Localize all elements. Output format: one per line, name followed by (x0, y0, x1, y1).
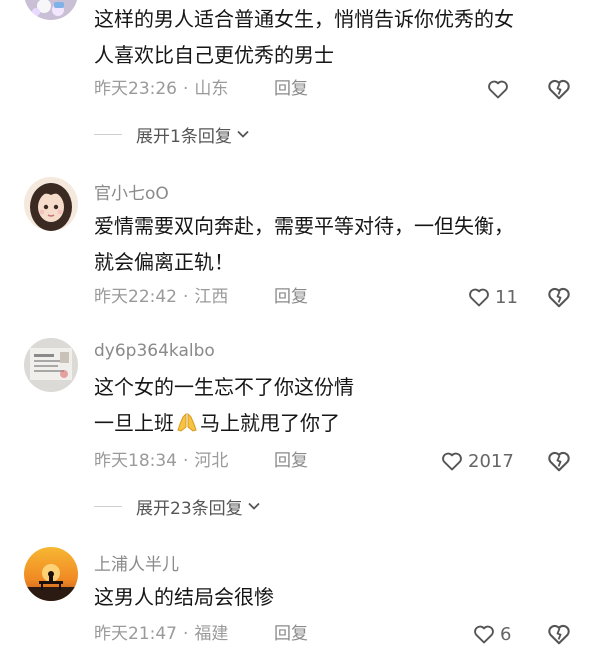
meta-separator: · (183, 624, 189, 644)
like-button[interactable]: 2017 (440, 448, 514, 474)
broken-heart-outline-icon (546, 79, 572, 106)
comment-text-line: 这个女的一生忘不了你这份情 (94, 375, 354, 399)
divider (94, 505, 122, 507)
comment-location: 山东 (194, 79, 229, 99)
comment-text: 这男人的结局会很惨 (94, 579, 274, 615)
comment-time: 昨天21:47 (94, 624, 177, 644)
like-count: 6 (500, 623, 512, 645)
comment-meta: 昨天22:42 · 江西 回复 (94, 284, 308, 310)
like-count: 2017 (468, 450, 514, 472)
avatar[interactable] (24, 547, 78, 601)
avatar[interactable] (24, 0, 78, 20)
meta-separator: · (183, 79, 189, 99)
comment-text-line: 这样的男人适合普通女生，悄悄告诉你优秀的女 (94, 7, 514, 31)
expand-replies-label: 展开23条回复 (136, 498, 243, 519)
dislike-button[interactable] (546, 621, 572, 647)
comment-meta: 昨天21:47 · 福建 回复 (94, 621, 308, 647)
comment-location: 福建 (194, 624, 229, 644)
comment-text: 这个女的一生忘不了你这份情 一旦上班 马上就甩了你了 (94, 369, 354, 441)
like-button[interactable] (486, 76, 510, 102)
reply-button[interactable]: 回复 (274, 448, 308, 474)
like-button[interactable]: 6 (472, 621, 511, 647)
expand-replies-button[interactable]: 展开23条回复 (94, 493, 261, 519)
dislike-button[interactable] (546, 284, 572, 310)
comment-text-line: 就会偏离正轨！ (94, 250, 234, 274)
comment-text: 爱情需要双向奔赴，需要平等对待，一但失衡， 就会偏离正轨！ (94, 208, 514, 280)
expand-replies-button[interactable]: 展开1条回复 (94, 121, 250, 147)
comment-text-segment: 马上就甩了你了 (200, 411, 340, 435)
comment-text-line: 人喜欢比自己更优秀的男士 (94, 43, 334, 67)
heart-outline-icon (472, 622, 496, 646)
reply-button[interactable]: 回复 (274, 621, 308, 647)
comment-username[interactable]: dy6p364kalbo (94, 341, 215, 361)
broken-heart-outline-icon (546, 624, 572, 651)
chevron-down-icon (232, 124, 250, 144)
comment-username[interactable]: 官小七oO (94, 179, 169, 204)
meta-separator: · (183, 451, 189, 471)
heart-outline-icon (440, 449, 464, 473)
like-button[interactable]: 11 (467, 284, 518, 310)
comment-time: 昨天18:34 (94, 451, 177, 471)
reply-button[interactable]: 回复 (274, 76, 308, 102)
dislike-button[interactable] (546, 76, 572, 102)
comment-text-segment: 一旦上班 (94, 411, 174, 435)
broken-heart-outline-icon (546, 287, 572, 314)
broken-heart-outline-icon (546, 451, 572, 478)
comment-time: 昨天23:26 (94, 79, 177, 99)
comment-location: 江西 (194, 287, 229, 307)
comment-meta: 昨天18:34 · 河北 回复 (94, 448, 308, 474)
like-count: 11 (495, 286, 518, 308)
dislike-button[interactable] (546, 448, 572, 474)
expand-replies-label: 展开1条回复 (136, 126, 232, 147)
meta-separator: · (183, 287, 189, 307)
reply-button[interactable]: 回复 (274, 284, 308, 310)
comment-text: 这样的男人适合普通女生，悄悄告诉你优秀的女 人喜欢比自己更优秀的男士 (94, 1, 514, 73)
comment-location: 河北 (194, 451, 229, 471)
comment-username[interactable]: 上浦人半儿 (94, 550, 179, 575)
comment-text-line: 爱情需要双向奔赴，需要平等对待，一但失衡， (94, 214, 514, 238)
comment-time: 昨天22:42 (94, 287, 177, 307)
divider (94, 133, 122, 135)
heart-outline-icon (486, 77, 510, 101)
avatar[interactable] (24, 177, 78, 231)
chevron-down-icon (243, 496, 261, 516)
heart-outline-icon (467, 285, 491, 309)
comment-text-line: 一旦上班 马上就甩了你了 (94, 405, 354, 441)
comment-meta: 昨天23:26 · 山东 回复 (94, 76, 308, 102)
avatar[interactable] (24, 338, 78, 392)
comment-text-line: 这男人的结局会很惨 (94, 585, 274, 609)
folded-hands-emoji (175, 409, 199, 433)
